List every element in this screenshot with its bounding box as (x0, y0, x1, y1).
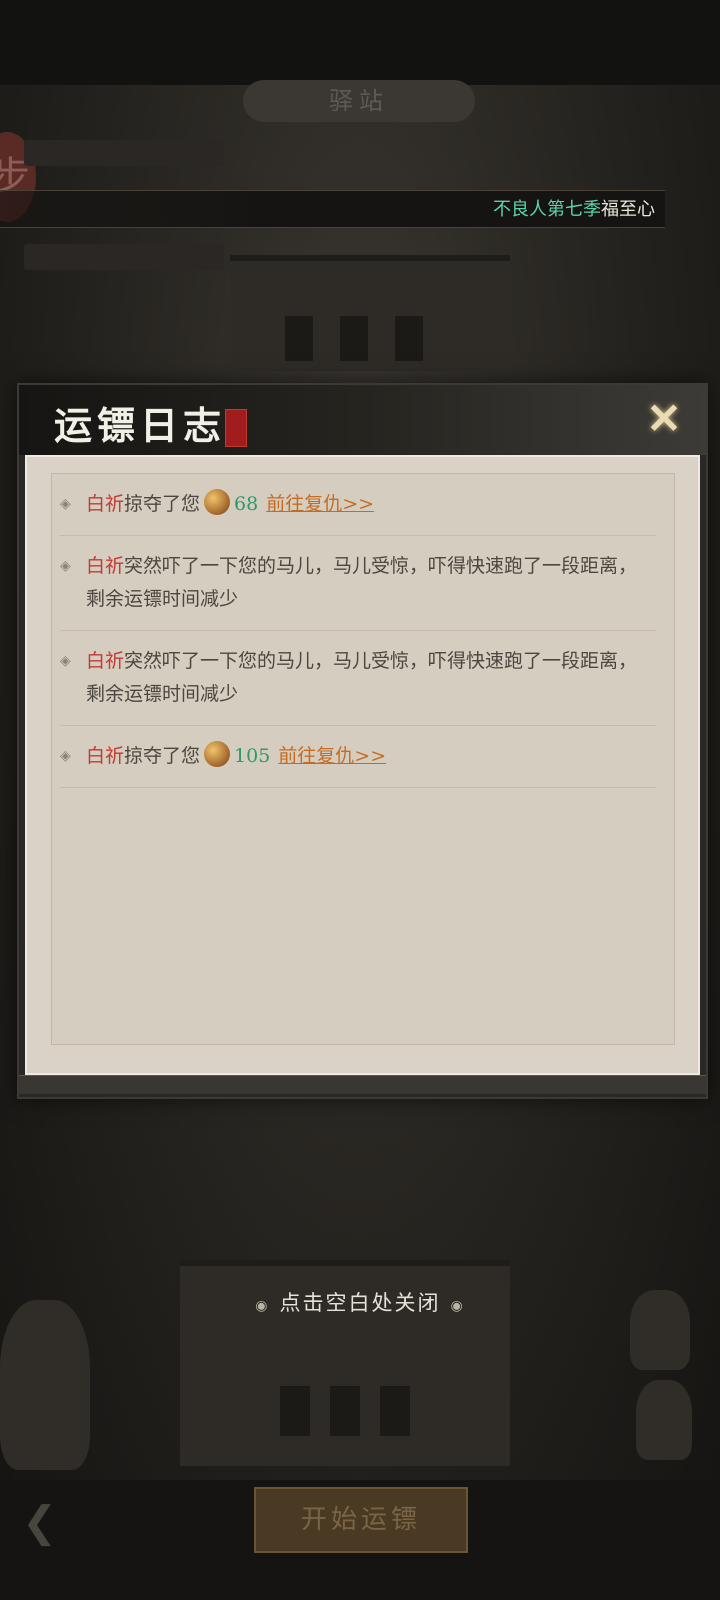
bullet-icon: ◈ (60, 653, 71, 669)
close-hint[interactable]: ◉ 点击空白处关闭 ◉ (0, 1287, 720, 1317)
bullet-icon: ◈ (60, 558, 71, 574)
bullet-icon: ◈ (60, 748, 71, 764)
faded-info-line (24, 140, 224, 166)
log-list: ◈ 白祈掠夺了您 68 前往复仇>> ◈ 白祈突然吓了一下您的马儿，马儿受惊，吓得快… (60, 474, 656, 788)
log-text: 突然吓了一下您的马儿，马儿受惊，吓得快速跑了一段距离，剩余运镖时间减少 (86, 650, 638, 705)
building-top (230, 255, 510, 371)
log-item: ◈ 白祈突然吓了一下您的马儿，马儿受惊，吓得快速跑了一段距离，剩余运镖时间减少 (60, 536, 656, 631)
escort-log-dialog: 运镖日志 ✕ ◈ 白祈掠夺了您 68 前往复仇>> ◈ 白祈突然吓了一下您的马儿，马… (17, 383, 708, 1099)
log-player-name[interactable]: 白祈 (86, 745, 124, 767)
dialog-title: 运镖日志 (54, 403, 227, 448)
log-player-name[interactable]: 白祈 (86, 555, 124, 577)
side-figure (0, 1300, 90, 1470)
close-hint-text: 点击空白处关闭 (279, 1291, 441, 1315)
log-amount: 68 (234, 493, 259, 515)
close-icon[interactable]: ✕ (642, 397, 686, 441)
ornament-icon: ◉ (450, 1298, 465, 1314)
station-title: 驿站 (243, 80, 475, 122)
start-escort-button[interactable]: 开始运镖 (254, 1487, 468, 1553)
log-item: ◈ 白祈掠夺了您 105 前往复仇>> (60, 726, 656, 788)
top-bar (0, 0, 720, 85)
ornament-icon: ◉ (255, 1298, 270, 1314)
announcement-text: 不良人第七季福至心 (493, 199, 655, 220)
back-arrow-icon[interactable]: ❮ (22, 1500, 92, 1544)
faded-info-line (24, 244, 224, 270)
revenge-link[interactable]: 前往复仇>> (266, 493, 374, 515)
log-text: 突然吓了一下您的马儿，马儿受惊，吓得快速跑了一段距离，剩余运镖时间减少 (86, 555, 638, 610)
coin-icon (204, 489, 231, 515)
dialog-header: 运镖日志 ✕ (19, 385, 706, 455)
log-action: 掠夺了您 (124, 493, 201, 515)
log-item: ◈ 白祈突然吓了一下您的马儿，马儿受惊，吓得快速跑了一段距离，剩余运镖时间减少 (60, 631, 656, 726)
bullet-icon: ◈ (60, 496, 71, 512)
log-panel: ◈ 白祈掠夺了您 68 前往复仇>> ◈ 白祈突然吓了一下您的马儿，马儿受惊，吓得快… (51, 473, 675, 1045)
revenge-link[interactable]: 前往复仇>> (278, 745, 386, 767)
title-seal-icon (225, 409, 247, 447)
dialog-body: ◈ 白祈掠夺了您 68 前往复仇>> ◈ 白祈突然吓了一下您的马儿，马儿受惊，吓得快… (25, 455, 700, 1075)
log-player-name[interactable]: 白祈 (86, 650, 124, 672)
coin-icon (204, 741, 231, 767)
log-action: 掠夺了您 (124, 745, 201, 767)
side-figure (636, 1380, 692, 1460)
dialog-base (19, 1075, 706, 1094)
log-item: ◈ 白祈掠夺了您 68 前往复仇>> (60, 474, 656, 536)
announcement-bar: 不良人第七季福至心 (0, 190, 665, 228)
log-amount: 105 (234, 745, 271, 767)
log-player-name[interactable]: 白祈 (86, 493, 124, 515)
